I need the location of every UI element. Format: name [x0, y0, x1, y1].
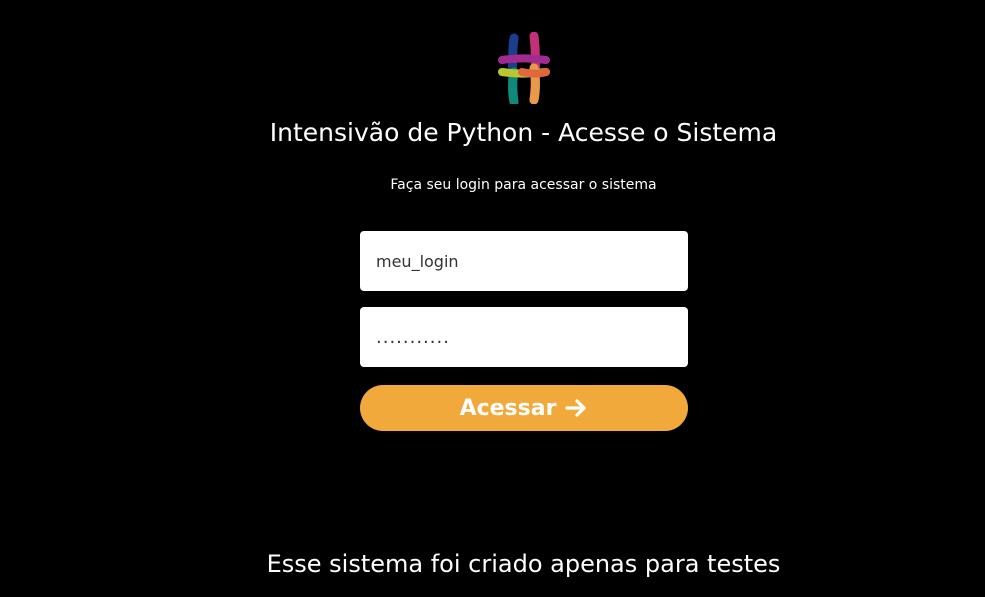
page-title: Intensivão de Python - Acesse o Sistema — [269, 118, 778, 147]
page-subtitle: Faça seu login para acessar o sistema — [390, 177, 657, 193]
logo-icon — [496, 31, 552, 107]
arrow-right-icon — [565, 399, 587, 417]
login-input[interactable]: meu_login — [360, 231, 688, 291]
password-input[interactable]: ........... — [360, 307, 688, 367]
submit-button-label: Acessar — [459, 395, 557, 421]
footer-note: Esse sistema foi criado apenas para test… — [266, 550, 781, 578]
submit-button[interactable]: Acessar — [360, 385, 688, 431]
